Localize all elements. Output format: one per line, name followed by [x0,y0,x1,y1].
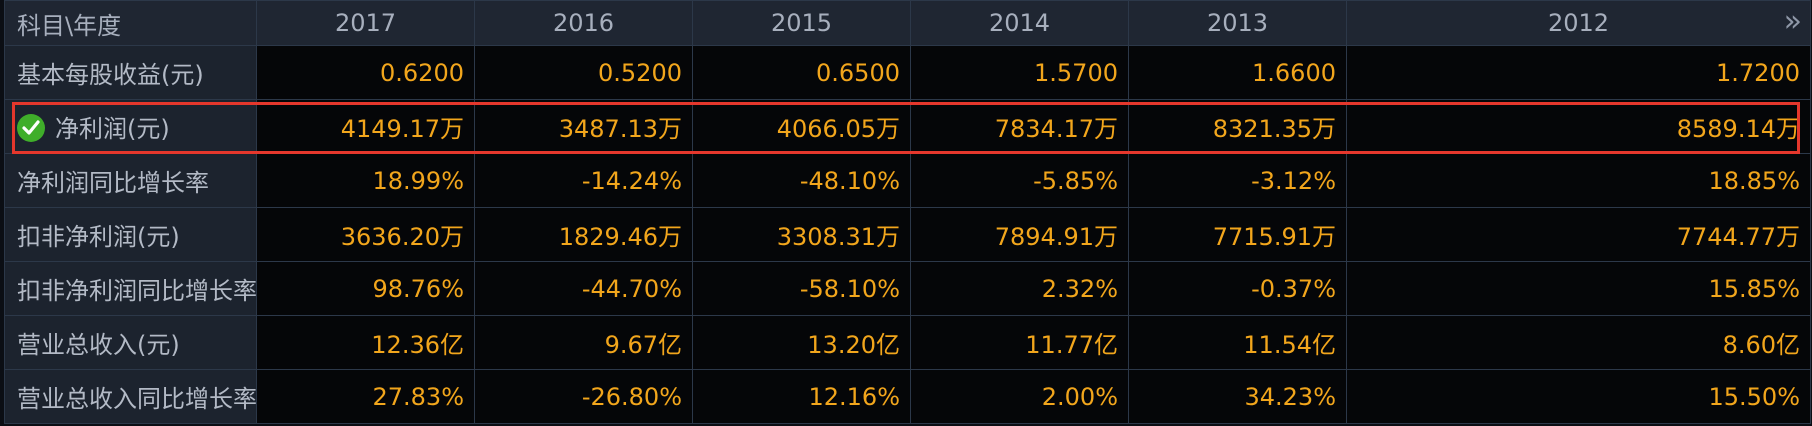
table-cell: 1.6600 [1128,45,1347,100]
table-cell: 98.76% [256,261,475,316]
table-row[interactable]: 营业总收入(元) 12.36亿 9.67亿 13.20亿 11.77亿 11.5… [4,315,1811,370]
table-cell: -44.70% [474,261,693,316]
table-cell: 1.7200 [1346,45,1811,100]
table-cell: 12.36亿 [256,315,475,370]
year-header[interactable]: 2016 [474,0,693,46]
year-header[interactable]: 2015 [692,0,911,46]
row-label: 基本每股收益(元) [4,45,257,100]
table-cell: 0.6500 [692,45,911,100]
check-circle-icon [17,114,45,142]
table-cell: 0.5200 [474,45,693,100]
table-cell: 7834.17万 [910,99,1129,154]
table-cell: 0.6200 [256,45,475,100]
year-header[interactable]: 2012 » [1346,0,1811,46]
table-cell: -0.37% [1128,261,1347,316]
year-header[interactable]: 2013 [1128,0,1347,46]
year-header-label: 2012 [1547,9,1610,37]
row-label: 扣非净利润同比增长率 [4,261,257,316]
table-cell: 11.77亿 [910,315,1129,370]
table-cell: 27.83% [256,369,475,424]
table-cell: -3.12% [1128,153,1347,208]
table-cell: 1.5700 [910,45,1129,100]
financial-summary-panel: 科目\年度 2017 2016 2015 2014 2013 2012 » 基本… [0,0,1812,426]
table-cell: 4066.05万 [692,99,911,154]
table-cell: 3487.13万 [474,99,693,154]
table-cell: 34.23% [1128,369,1347,424]
financial-table: 科目\年度 2017 2016 2015 2014 2013 2012 » 基本… [4,0,1811,424]
row-label: 营业总收入同比增长率 [4,369,257,424]
table-cell: 3636.20万 [256,207,475,262]
year-header[interactable]: 2017 [256,0,475,46]
table-cell: 8.60亿 [1346,315,1811,370]
table-cell: 3308.31万 [692,207,911,262]
header-row: 科目\年度 2017 2016 2015 2014 2013 2012 » [4,0,1811,46]
row-label: 扣非净利润(元) [4,207,257,262]
table-cell: 8589.14万 [1346,99,1811,154]
table-cell: 2.32% [910,261,1129,316]
year-header[interactable]: 2014 [910,0,1129,46]
table-cell: 18.85% [1346,153,1811,208]
table-cell: 9.67亿 [474,315,693,370]
table-cell: 7715.91万 [1128,207,1347,262]
table-cell: 11.54亿 [1128,315,1347,370]
double-chevron-right-icon[interactable]: » [1784,5,1802,39]
table-row[interactable]: 营业总收入同比增长率 27.83% -26.80% 12.16% 2.00% 3… [4,369,1811,424]
table-cell: 1829.46万 [474,207,693,262]
table-cell: -48.10% [692,153,911,208]
corner-header: 科目\年度 [4,0,257,46]
row-label: 净利润同比增长率 [4,153,257,208]
table-row-selected[interactable]: 净利润(元) 4149.17万 3487.13万 4066.05万 7834.1… [4,99,1811,154]
table-cell: -5.85% [910,153,1129,208]
table-cell: 15.50% [1346,369,1811,424]
row-label: 净利润(元) [55,115,170,143]
row-label-cell: 净利润(元) [4,99,257,154]
table-cell: 7894.91万 [910,207,1129,262]
table-cell: -14.24% [474,153,693,208]
table-cell: 12.16% [692,369,911,424]
table-cell: -58.10% [692,261,911,316]
table-row[interactable]: 扣非净利润同比增长率 98.76% -44.70% -58.10% 2.32% … [4,261,1811,316]
table-row[interactable]: 扣非净利润(元) 3636.20万 1829.46万 3308.31万 7894… [4,207,1811,262]
row-label: 营业总收入(元) [4,315,257,370]
table-cell: 13.20亿 [692,315,911,370]
table-cell: 4149.17万 [256,99,475,154]
table-cell: 15.85% [1346,261,1811,316]
table-row[interactable]: 基本每股收益(元) 0.6200 0.5200 0.6500 1.5700 1.… [4,45,1811,100]
table-row[interactable]: 净利润同比增长率 18.99% -14.24% -48.10% -5.85% -… [4,153,1811,208]
table-cell: 2.00% [910,369,1129,424]
table-cell: 7744.77万 [1346,207,1811,262]
table-cell: 18.99% [256,153,475,208]
table-cell: -26.80% [474,369,693,424]
table-cell: 8321.35万 [1128,99,1347,154]
